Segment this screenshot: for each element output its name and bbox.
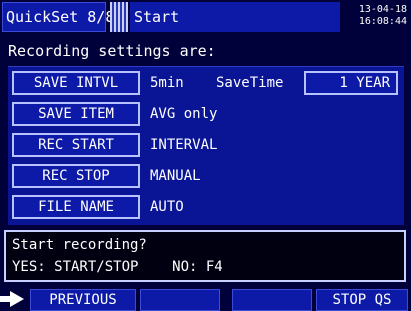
instrument-screen: QuickSet 8/8 Start 13-04-18 16:08:44 Rec… — [0, 0, 411, 311]
header-bar: QuickSet 8/8 Start 13-04-18 16:08:44 — [0, 0, 411, 34]
setting-row-rec-start: REC START INTERVAL — [8, 131, 404, 159]
file-name-value: AUTO — [150, 199, 184, 215]
setting-row-save-item: SAVE ITEM AVG only — [8, 100, 404, 128]
clock: 13-04-18 16:08:44 — [359, 4, 407, 28]
softkey-f2[interactable] — [140, 289, 220, 311]
clock-time: 16:08:44 — [358, 16, 407, 27]
softkey-f3[interactable] — [232, 289, 312, 311]
confirm-prompt: Start recording? YES: START/STOP NO: F4 — [4, 230, 406, 282]
settings-panel: SAVE INTVL 5min SaveTime 1 YEAR SAVE ITE… — [8, 66, 404, 225]
signal-bars-icon — [110, 2, 128, 32]
rec-start-button[interactable]: REC START — [12, 133, 140, 157]
setting-row-save-intvl: SAVE INTVL 5min SaveTime 1 YEAR — [8, 69, 404, 97]
setting-row-file-name: FILE NAME AUTO — [8, 193, 404, 221]
save-intvl-button[interactable]: SAVE INTVL — [12, 71, 140, 95]
rec-start-value: INTERVAL — [150, 137, 218, 153]
savetime-value: 1 YEAR — [304, 71, 398, 95]
save-item-value: AVG only — [150, 106, 218, 122]
rec-stop-value: MANUAL — [150, 168, 201, 184]
savetime-label: SaveTime — [216, 75, 284, 91]
arrow-icon — [0, 291, 24, 307]
setting-row-rec-stop: REC STOP MANUAL — [8, 162, 404, 190]
save-item-button[interactable]: SAVE ITEM — [12, 102, 140, 126]
clock-date: 13-04-18 — [358, 4, 407, 15]
softkey-f4-stop-qs[interactable]: STOP QS — [316, 289, 408, 311]
screen-title: QuickSet 8/8 — [2, 2, 114, 32]
save-intvl-value: 5min — [150, 75, 184, 91]
subtitle: Recording settings are: — [8, 42, 216, 60]
prompt-instructions: YES: START/STOP NO: F4 — [12, 259, 223, 275]
rec-stop-button[interactable]: REC STOP — [12, 164, 140, 188]
softkey-f1-previous[interactable]: PREVIOUS — [30, 289, 136, 311]
prompt-question: Start recording? — [12, 237, 147, 253]
file-name-button[interactable]: FILE NAME — [12, 195, 140, 219]
softkey-bar: PREVIOUS STOP QS — [0, 287, 411, 311]
section-title: Start — [130, 2, 340, 32]
